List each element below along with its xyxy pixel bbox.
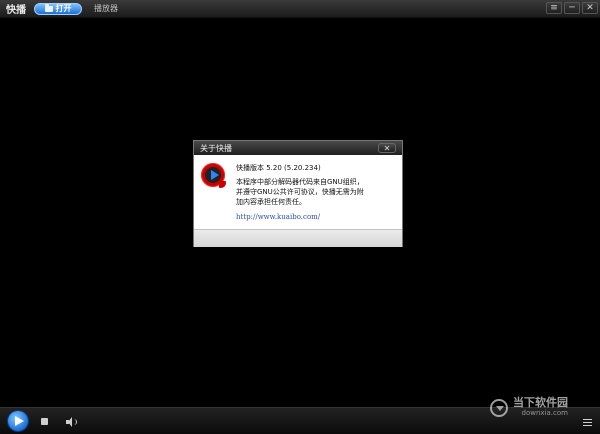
watermark-en: downxia.com <box>521 409 568 417</box>
watermark: 当下软件园 downxia.com <box>490 397 568 419</box>
watermark-cn: 当下软件园 <box>513 396 568 409</box>
minimize-icon[interactable]: ─ <box>564 2 580 14</box>
website-link[interactable]: http://www.kuaibo.com/ <box>236 213 320 222</box>
description-line-1: 本程序中部分解码器代码来自GNU组织， <box>236 178 364 186</box>
stop-icon[interactable] <box>41 418 48 425</box>
open-button-label: 打开 <box>55 4 72 13</box>
logo-tail <box>219 181 226 188</box>
description-line-2: 并遵守GNU公共许可协议，快播无需为附 <box>236 188 364 196</box>
window-controls: ≡ ─ ✕ <box>546 2 598 14</box>
menu-playlist[interactable]: 播放器 <box>94 3 118 14</box>
playlist-toggle-icon[interactable] <box>583 419 592 426</box>
dialog-title: 关于快播 <box>200 143 232 153</box>
dialog-footer <box>194 229 402 247</box>
folder-icon <box>44 3 53 12</box>
dialog-close-button[interactable]: ✕ <box>378 143 396 153</box>
play-button[interactable] <box>8 411 28 431</box>
dialog-header: 关于快播 ✕ <box>194 141 402 155</box>
close-icon[interactable]: ✕ <box>582 2 598 14</box>
about-dialog: 关于快播 ✕ 快播版本 5.20 (5.20.234) 本程序中部分解码器代码来… <box>193 140 403 247</box>
watermark-logo-icon <box>490 399 508 417</box>
play-icon <box>15 416 24 426</box>
app-title: 快播 <box>6 5 26 16</box>
open-button[interactable]: 打开 <box>34 2 82 15</box>
menu-icon[interactable]: ≡ <box>546 2 562 14</box>
dialog-body: 快播版本 5.20 (5.20.234) 本程序中部分解码器代码来自GNU组织，… <box>194 155 402 229</box>
kuaibo-logo-icon <box>201 163 226 188</box>
volume-icon[interactable] <box>66 417 77 427</box>
title-bar: 快播 打开 播放器 ≡ ─ ✕ <box>0 0 600 18</box>
description-line-3: 加内容承担任何责任。 <box>236 198 306 206</box>
logo-play-icon <box>211 170 219 180</box>
watermark-text: 当下软件园 downxia.com <box>513 397 568 419</box>
version-text: 快播版本 5.20 (5.20.234) <box>236 164 321 172</box>
